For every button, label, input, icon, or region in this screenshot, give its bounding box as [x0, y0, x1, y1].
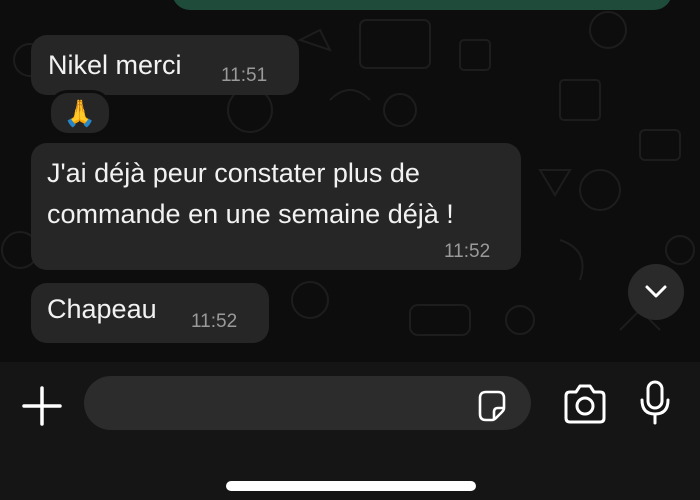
scroll-to-bottom-button[interactable]: [628, 264, 684, 320]
voice-message-button[interactable]: [638, 380, 672, 426]
plus-icon: [22, 386, 62, 426]
message-input[interactable]: [84, 376, 531, 432]
message-time: 11:52: [444, 241, 491, 262]
camera-button[interactable]: [562, 382, 608, 426]
message-time: 11:52: [191, 311, 238, 332]
chat-area[interactable]: Nikel merci 11:51 🙏 J'ai déjà peur const…: [0, 0, 700, 362]
message-time: 11:51: [221, 65, 268, 86]
message-text: commande en une semaine déjà !: [47, 199, 454, 229]
message-bubble[interactable]: J'ai déjà peur constater plus de command…: [31, 143, 521, 270]
sticker-icon: [478, 390, 506, 422]
home-indicator[interactable]: [226, 481, 476, 491]
message-reaction[interactable]: 🙏: [48, 90, 112, 136]
message-input-field[interactable]: [104, 376, 478, 432]
message-bubble[interactable]: Nikel merci 11:51: [31, 35, 299, 95]
outgoing-message-bubble[interactable]: [172, 0, 672, 10]
message-text: J'ai déjà peur constater plus de: [47, 158, 420, 188]
microphone-icon: [640, 380, 670, 425]
message-text: Nikel merci: [48, 50, 182, 80]
folded-hands-emoji: 🙏: [63, 97, 97, 128]
message-bubble[interactable]: Chapeau 11:52: [31, 283, 269, 343]
message-text: Chapeau: [47, 294, 157, 324]
attach-button[interactable]: [20, 384, 64, 428]
camera-icon: [564, 384, 606, 424]
chevron-down-icon: [645, 285, 667, 298]
sticker-button[interactable]: [474, 388, 510, 424]
